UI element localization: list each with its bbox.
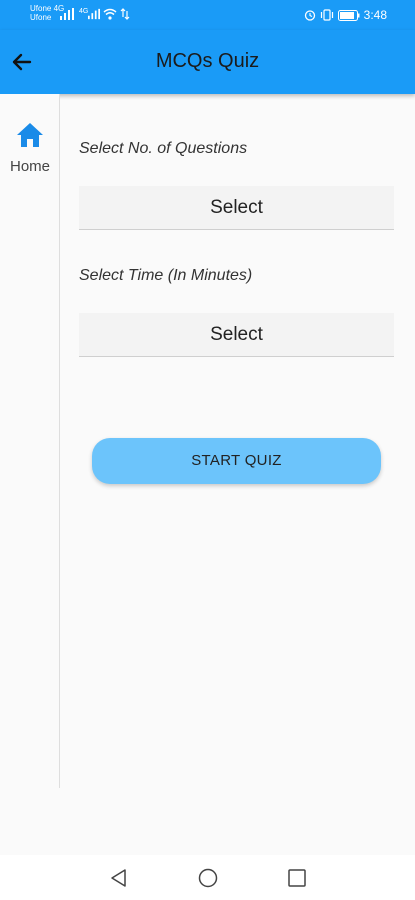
home-icon	[17, 123, 43, 147]
vibrate-icon	[320, 9, 333, 21]
system-nav-bar	[0, 855, 415, 900]
nav-home-icon[interactable]	[197, 867, 219, 889]
start-quiz-label: START QUIZ	[191, 452, 282, 469]
side-rail: Home	[0, 94, 60, 788]
nav-recents-icon[interactable]	[286, 867, 308, 889]
time-dropdown[interactable]: Select	[79, 313, 394, 357]
start-quiz-button[interactable]: START QUIZ	[92, 438, 381, 484]
carrier-2-tech: 4G	[79, 8, 89, 15]
questions-dropdown-value: Select	[210, 197, 263, 218]
signal-icon	[60, 8, 74, 20]
time-dropdown-value: Select	[210, 324, 263, 345]
status-time: 3:48	[363, 8, 387, 22]
app-bar: MCQs Quiz	[0, 30, 415, 94]
status-right: 3:48	[304, 8, 387, 22]
carrier-1-name: Ufone	[30, 4, 52, 13]
wifi-icon	[103, 8, 117, 20]
time-label: Select Time (In Minutes)	[79, 267, 253, 284]
page-title: MCQs Quiz	[155, 50, 260, 72]
rail-item-label: Home	[9, 158, 50, 175]
carrier-2-name: Ufone	[30, 13, 52, 22]
questions-label: Select No. of Questions	[79, 140, 248, 157]
data-transfer-icon	[120, 8, 130, 20]
questions-dropdown[interactable]: Select	[79, 186, 394, 230]
status-bar: Ufone 4G Ufone 4G 3:48	[0, 0, 415, 30]
alarm-icon	[304, 10, 315, 21]
nav-back-icon[interactable]	[108, 867, 130, 889]
rail-item-home[interactable]: Home	[0, 118, 60, 178]
signal-icon-2	[88, 8, 100, 20]
battery-icon	[337, 9, 360, 21]
